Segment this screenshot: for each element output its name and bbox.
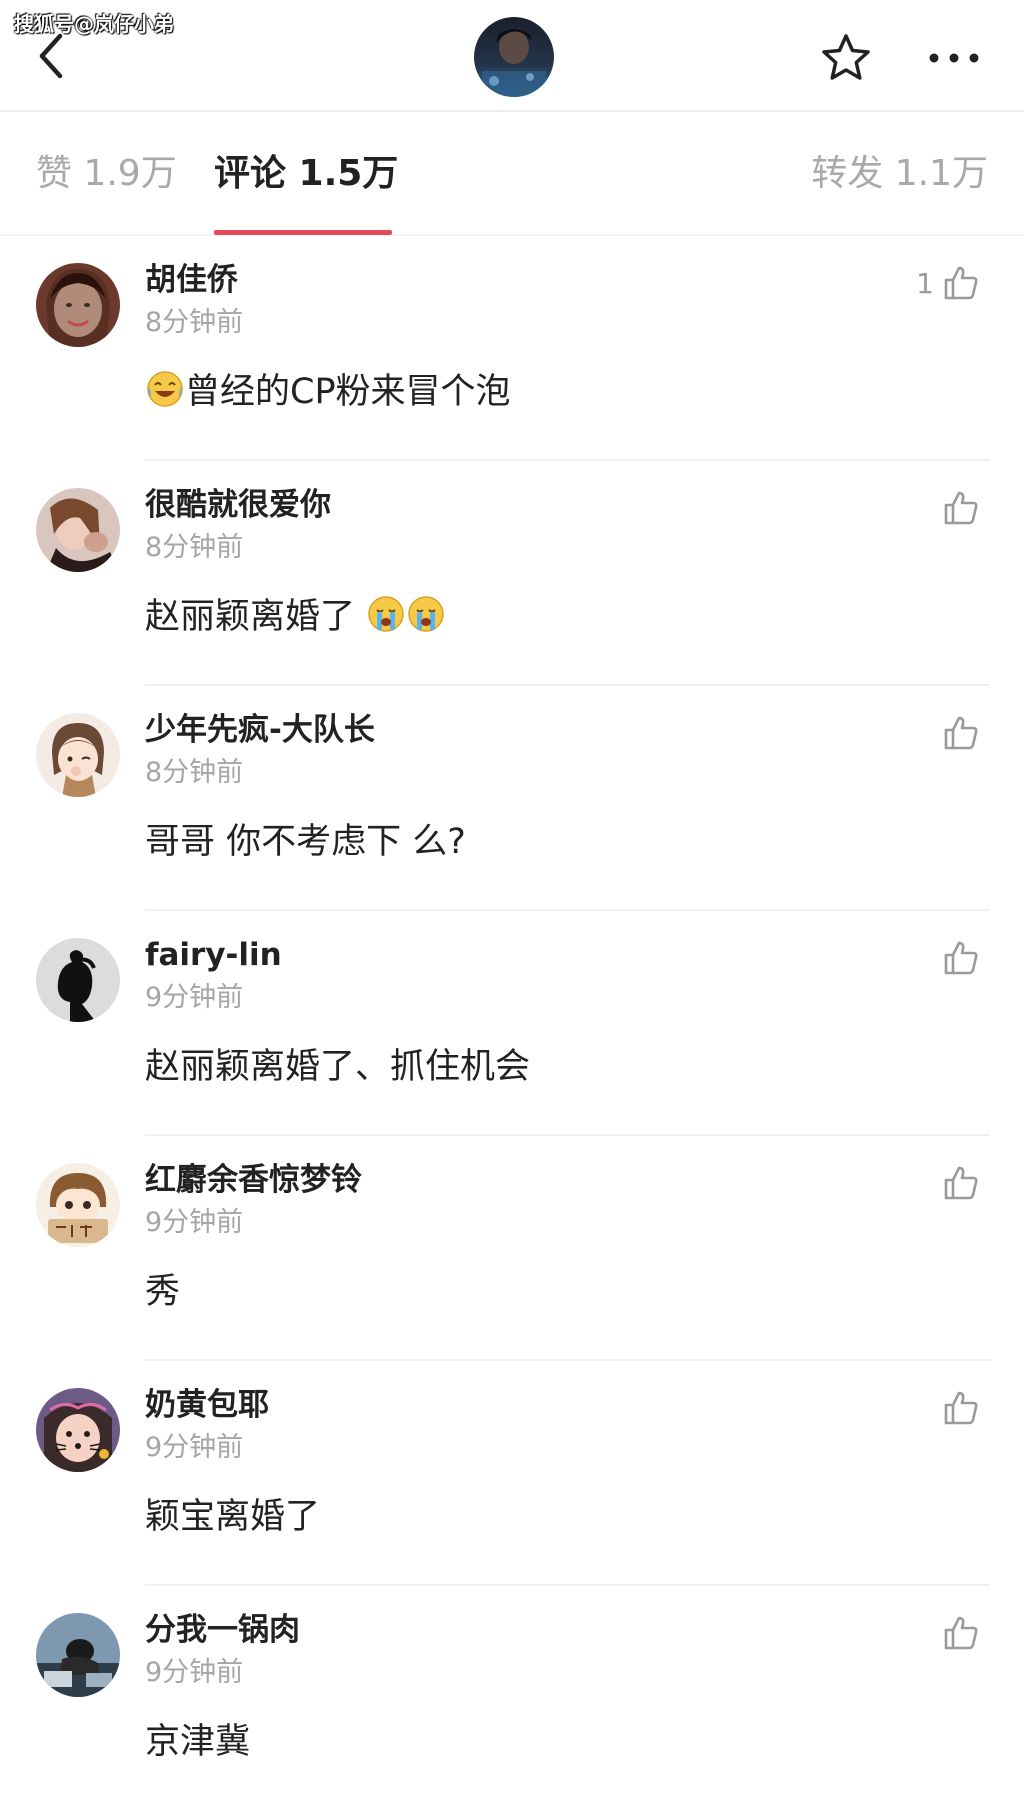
like-button[interactable] <box>934 1160 980 1206</box>
more-options-button[interactable] <box>926 44 982 72</box>
comment-item: 胡佳侨 8分钟前 曾经的CP粉来冒个泡 1 <box>0 236 1024 461</box>
avatar-image <box>36 1613 120 1697</box>
comment-text: 曾经的CP粉来冒个泡 <box>145 368 511 416</box>
comment-timestamp: 9分钟前 <box>145 1207 244 1238</box>
thumbs-up-icon <box>944 1616 978 1650</box>
thumbs-up-icon <box>944 1166 978 1200</box>
commenter-avatar[interactable] <box>36 938 120 1022</box>
avatar-image <box>36 1163 120 1247</box>
like-button[interactable] <box>934 485 980 531</box>
commenter-name[interactable]: 胡佳侨 <box>145 258 238 302</box>
crying-emoji-icon <box>408 596 444 632</box>
comment-item: fairy-lin 9分钟前 赵丽颖离婚了、抓住机会 <box>0 911 1024 1136</box>
avatar-image <box>36 1388 120 1472</box>
commenter-avatar[interactable] <box>36 488 120 572</box>
profile-avatar-image <box>474 17 554 97</box>
like-button[interactable] <box>934 935 980 981</box>
comment-item: 奶黄包耶 9分钟前 颖宝离婚了 <box>0 1361 1024 1586</box>
comment-item: 红麝余香惊梦铃 9分钟前 秀 <box>0 1136 1024 1361</box>
comment-timestamp: 8分钟前 <box>145 757 244 788</box>
commenter-name[interactable]: 少年先疯-大队长 <box>145 708 375 752</box>
commenter-avatar[interactable] <box>36 1613 120 1697</box>
thumbs-up-icon <box>944 491 978 525</box>
like-button[interactable] <box>934 1385 980 1431</box>
comment-item: 分我一锅肉 9分钟前 京津冀 <box>0 1586 1024 1811</box>
tab-likes[interactable]: 赞 1.9万 <box>36 150 177 198</box>
comment-text: 赵丽颖离婚了、抓住机会 <box>145 1047 531 1087</box>
commenter-name[interactable]: 很酷就很爱你 <box>145 483 331 527</box>
tab-comments[interactable]: 评论 1.5万 <box>214 150 398 198</box>
thumbs-up-icon <box>944 266 978 300</box>
like-button[interactable]: 1 <box>916 260 980 306</box>
crying-emoji-icon <box>368 596 404 632</box>
comment-timestamp: 9分钟前 <box>145 982 244 1013</box>
commenter-avatar[interactable] <box>36 1163 120 1247</box>
comment-timestamp: 8分钟前 <box>145 532 244 563</box>
favorite-button[interactable] <box>818 30 874 86</box>
comment-text-body: 曾经的CP粉来冒个泡 <box>185 372 511 412</box>
comment-text: 颖宝离婚了 <box>145 1497 321 1537</box>
commenter-name[interactable]: fairy-lin <box>145 933 282 977</box>
comment-timestamp: 9分钟前 <box>145 1432 244 1463</box>
laughing-tears-emoji-icon <box>147 371 183 407</box>
avatar-image <box>36 713 120 797</box>
comment-item: 少年先疯-大队长 8分钟前 哥哥 你不考虑下 么? <box>0 686 1024 911</box>
comment-timestamp: 8分钟前 <box>145 307 244 338</box>
comment-text-body: 赵丽颖离婚了 <box>145 597 356 637</box>
thumbs-up-icon <box>944 1391 978 1425</box>
avatar-image <box>36 938 120 1022</box>
tab-reposts[interactable]: 转发 1.1万 <box>811 150 988 198</box>
like-count: 1 <box>916 266 934 300</box>
comment-text: 秀 <box>145 1272 181 1312</box>
like-button[interactable] <box>934 710 980 756</box>
commenter-avatar[interactable] <box>36 263 120 347</box>
commenter-name[interactable]: 红麝余香惊梦铃 <box>145 1158 362 1202</box>
commenter-name[interactable]: 分我一锅肉 <box>145 1608 300 1652</box>
comment-item: 很酷就很爱你 8分钟前 赵丽颖离婚了 <box>0 461 1024 686</box>
commenter-avatar[interactable] <box>36 713 120 797</box>
comment-timestamp: 9分钟前 <box>145 1657 244 1688</box>
tab-bar: 赞 1.9万 评论 1.5万 转发 1.1万 <box>0 112 1024 236</box>
commenter-avatar[interactable] <box>36 1388 120 1472</box>
like-button[interactable] <box>934 1610 980 1656</box>
thumbs-up-icon <box>944 941 978 975</box>
thumbs-up-icon <box>944 716 978 750</box>
watermark-text: 搜狐号@岚仔小弟 <box>14 12 174 36</box>
profile-avatar[interactable] <box>474 17 554 97</box>
commenter-name[interactable]: 奶黄包耶 <box>145 1383 269 1427</box>
comment-list: 胡佳侨 8分钟前 曾经的CP粉来冒个泡 1 很酷就很爱你 8分钟前 赵丽颖离婚了… <box>0 236 1024 1811</box>
comment-text: 哥哥 你不考虑下 么? <box>145 822 466 862</box>
avatar-image <box>36 488 120 572</box>
comment-text: 京津冀 <box>145 1722 251 1762</box>
active-tab-indicator <box>214 230 392 235</box>
more-dots-icon <box>929 53 979 63</box>
star-icon <box>822 34 870 80</box>
comment-text: 赵丽颖离婚了 <box>145 593 446 641</box>
avatar-image <box>36 263 120 347</box>
